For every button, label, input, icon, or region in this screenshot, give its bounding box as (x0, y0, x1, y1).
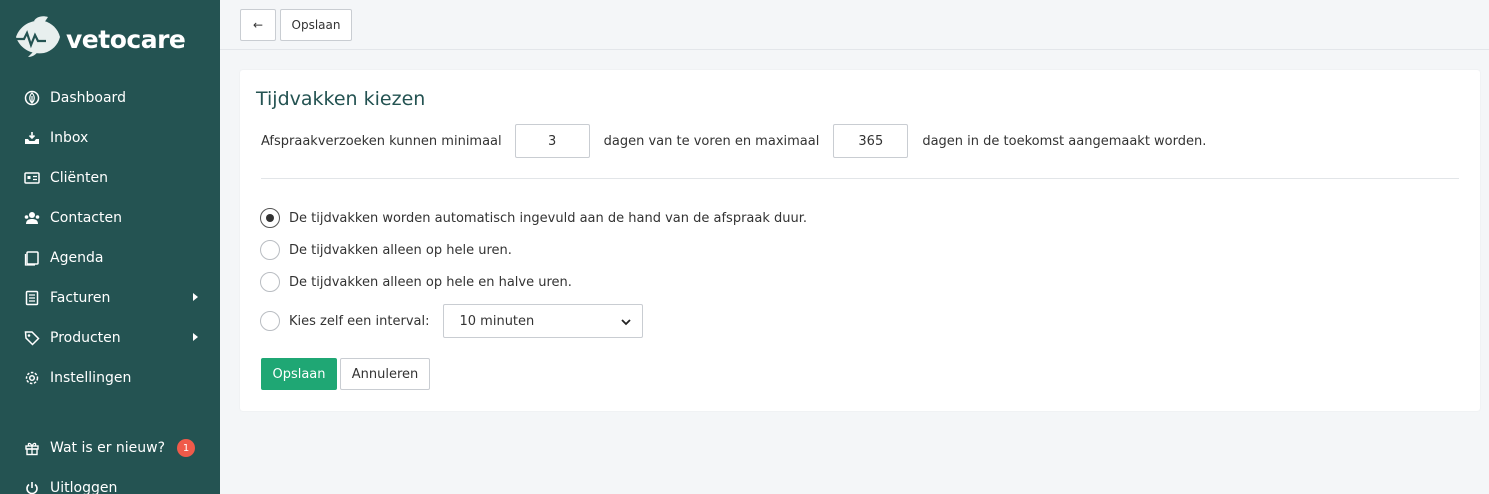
sidebar: vetocare Dashboard Inbox Cliënten Contac… (0, 0, 220, 494)
option-label: Kies zelf een interval: (289, 313, 430, 329)
sidebar-item-label: Facturen (50, 290, 111, 306)
calendar-icon (24, 250, 40, 266)
option-automatic[interactable]: De tijdvakken worden automatisch ingevul… (260, 208, 807, 228)
notification-badge: 1 (177, 439, 196, 457)
gift-icon (24, 440, 40, 456)
cancel-button[interactable]: Annuleren (340, 358, 430, 390)
save-button[interactable]: Opslaan (261, 358, 337, 390)
radio-button[interactable] (260, 311, 280, 331)
invoice-icon (24, 290, 40, 306)
fish-heartbeat-logo-icon (12, 15, 62, 63)
option-label: De tijdvakken alleen op hele en halve ur… (289, 274, 572, 290)
chevron-down-icon (618, 314, 634, 330)
sidebar-item-label: Uitloggen (50, 480, 118, 494)
sidebar-item-label: Producten (50, 330, 121, 346)
sidebar-item-clienten[interactable]: Cliënten (0, 158, 220, 198)
chevron-right-icon (193, 293, 198, 301)
radio-button[interactable] (260, 240, 280, 260)
option-label: De tijdvakken worden automatisch ingevul… (289, 210, 808, 226)
users-icon (24, 210, 40, 226)
brand-logo[interactable]: vetocare (12, 15, 186, 63)
sidebar-item-label: Wat is er nieuw? (50, 440, 166, 456)
top-toolbar: ← Opslaan (220, 0, 1489, 50)
interval-select[interactable]: 10 minuten (442, 304, 643, 338)
sidebar-item-dashboard[interactable]: Dashboard (0, 78, 220, 118)
interval-select-value: 10 minuten (459, 313, 535, 329)
sidebar-item-facturen[interactable]: Facturen (0, 278, 220, 318)
booking-window-row: Afspraakverzoeken kunnen minimaal dagen … (261, 124, 1206, 158)
leaf-icon (24, 90, 40, 106)
sidebar-item-producten[interactable]: Producten (0, 318, 220, 358)
sidebar-item-instellingen[interactable]: Instellingen (0, 358, 220, 398)
sidebar-item-inbox[interactable]: Inbox (0, 118, 220, 158)
gear-icon (24, 370, 40, 386)
brand-name: vetocare (66, 24, 186, 54)
sidebar-item-label: Cliënten (50, 170, 109, 186)
sentence-part-1: Afspraakverzoeken kunnen minimaal (261, 133, 502, 149)
tag-icon (24, 330, 40, 346)
min-days-input[interactable] (514, 124, 590, 158)
radio-button[interactable] (260, 272, 280, 292)
chevron-right-icon (193, 333, 198, 341)
max-days-input[interactable] (833, 124, 909, 158)
option-custom-interval[interactable]: Kies zelf een interval: 10 minuten (260, 304, 643, 338)
sentence-part-2: dagen van te voren en maximaal (603, 133, 820, 149)
sidebar-item-logout[interactable]: Uitloggen (0, 468, 220, 494)
sidebar-item-contacten[interactable]: Contacten (0, 198, 220, 238)
id-card-icon (24, 170, 40, 186)
sidebar-item-whats-new[interactable]: Wat is er nieuw? 1 (0, 428, 220, 468)
option-label: De tijdvakken alleen op hele uren. (289, 242, 512, 258)
option-half-hours[interactable]: De tijdvakken alleen op hele en halve ur… (260, 272, 572, 292)
card-title: Tijdvakken kiezen (256, 88, 426, 110)
sidebar-item-label: Dashboard (50, 90, 126, 106)
option-whole-hours[interactable]: De tijdvakken alleen op hele uren. (260, 240, 512, 260)
sidebar-item-label: Agenda (50, 250, 104, 266)
sidebar-nav: Dashboard Inbox Cliënten Contacten Agend… (0, 78, 220, 398)
power-icon (24, 480, 40, 494)
sidebar-item-label: Instellingen (50, 370, 132, 386)
toolbar-save-button[interactable]: Opslaan (280, 9, 352, 41)
sidebar-item-label: Contacten (50, 210, 122, 226)
sidebar-bottom: Wat is er nieuw? 1 Uitloggen (0, 428, 220, 494)
sidebar-item-label: Inbox (50, 130, 89, 146)
sentence-part-3: dagen in de toekomst aangemaakt worden. (922, 133, 1207, 149)
divider (261, 178, 1459, 179)
inbox-icon (24, 130, 40, 146)
timeslots-card: Tijdvakken kiezen Afspraakverzoeken kunn… (240, 70, 1480, 411)
sidebar-item-agenda[interactable]: Agenda (0, 238, 220, 278)
radio-button[interactable] (260, 208, 280, 228)
back-button[interactable]: ← (240, 9, 276, 41)
